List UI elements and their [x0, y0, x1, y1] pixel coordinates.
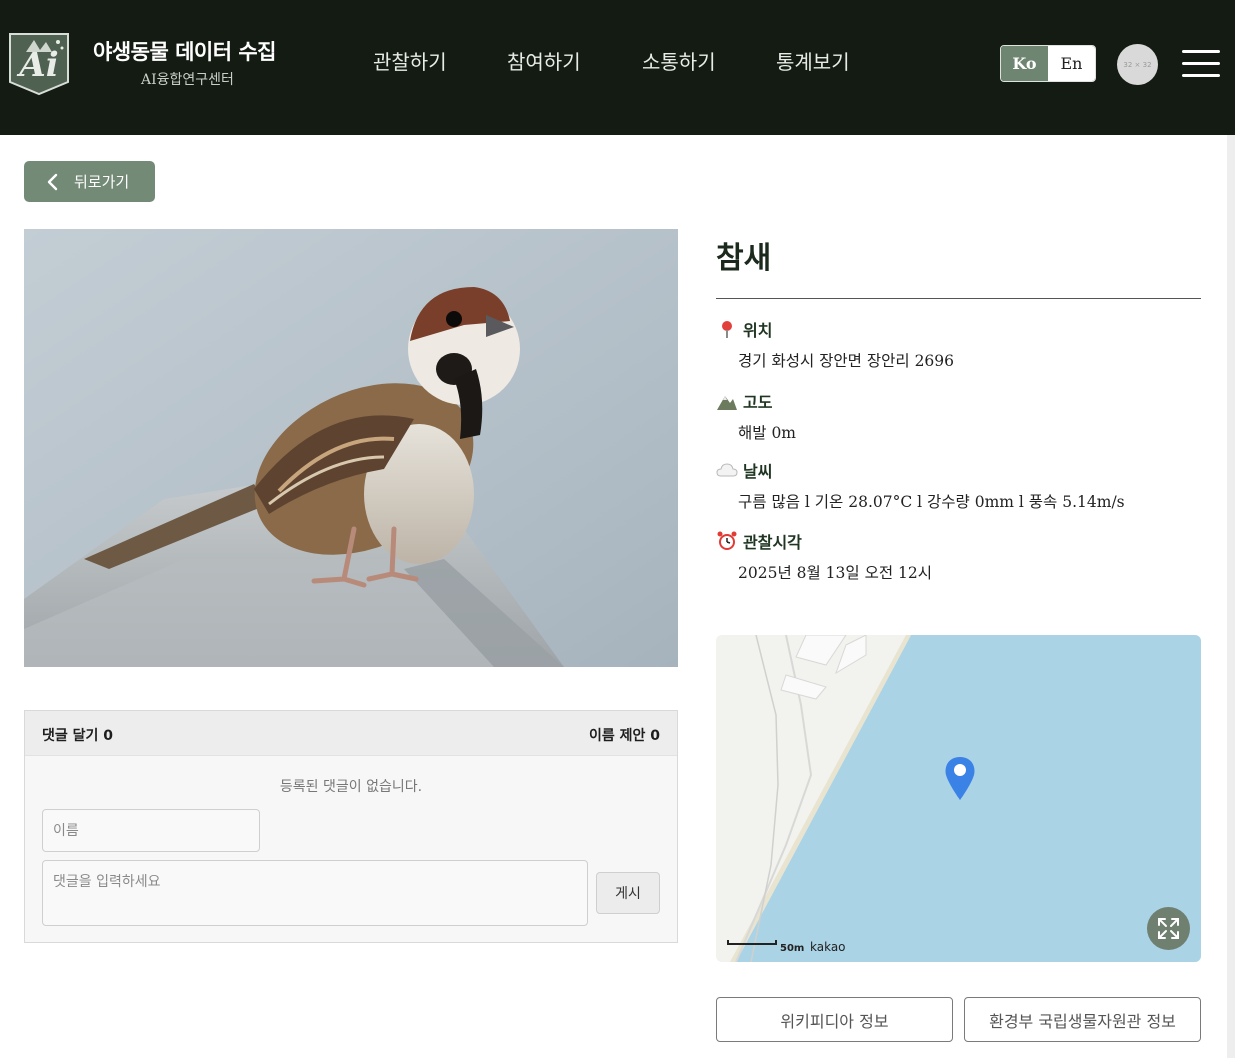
nav-item-participate[interactable]: 참여하기	[507, 46, 581, 75]
map-expand-button[interactable]	[1147, 907, 1190, 950]
site-subtitle: AI융합연구센터	[141, 72, 234, 88]
nav-item-observe[interactable]: 관찰하기	[373, 46, 447, 75]
nibr-info-button[interactable]: 환경부 국립생물자원관 정보	[964, 997, 1201, 1042]
nav-item-communicate[interactable]: 소통하기	[642, 46, 716, 75]
weather-value: 구름 많음 l 기온 28.07°C l 강수량 0mm l 풍속 5.14m/…	[738, 493, 1125, 511]
nav-item-statistics[interactable]: 통계보기	[776, 46, 850, 75]
name-suggest-tab[interactable]: 이름 제안 0	[589, 725, 660, 745]
lang-ko-button[interactable]: Ko	[1001, 46, 1048, 81]
species-name: 참새	[716, 241, 772, 276]
map-scale-label: 50m	[780, 943, 804, 954]
location-map[interactable]: 50m kakao	[716, 635, 1201, 962]
site-logo[interactable]: Ai	[6, 30, 72, 96]
altitude-label: 고도	[716, 389, 772, 413]
alarm-clock-icon	[717, 531, 737, 550]
mountain-icon	[717, 396, 737, 410]
altitude-value: 해발 0m	[738, 424, 797, 442]
name-input[interactable]	[42, 809, 260, 852]
time-value: 2025년 8월 13일 오전 12시	[738, 564, 933, 582]
weather-label-text: 날씨	[743, 462, 773, 481]
altitude-label-text: 고도	[743, 393, 773, 412]
time-label-text: 관찰시각	[743, 533, 802, 552]
info-divider	[716, 298, 1201, 299]
expand-icon	[1158, 918, 1179, 939]
lang-en-button[interactable]: En	[1048, 46, 1095, 81]
language-toggle: Ko En	[1000, 45, 1096, 82]
user-avatar[interactable]: 32 × 32	[1117, 44, 1158, 85]
weather-label: 날씨	[716, 458, 772, 482]
menu-icon[interactable]	[1182, 49, 1222, 79]
wikipedia-info-button[interactable]: 위키피디아 정보	[716, 997, 953, 1042]
scrollbar-track[interactable]	[1227, 135, 1235, 1058]
site-title[interactable]: 야생동물 데이터 수집	[93, 36, 277, 66]
back-label: 뒤로가기	[74, 173, 130, 191]
observation-photo	[24, 229, 678, 667]
time-label: 관찰시각	[716, 529, 802, 553]
comments-panel: 댓글 달기 0 이름 제안 0 등록된 댓글이 없습니다. 게시	[24, 710, 678, 943]
map-provider-logo: kakao	[810, 940, 846, 954]
top-header: Ai 야생동물 데이터 수집 AI융합연구센터 관찰하기 참여하기 소통하기 통…	[0, 0, 1235, 135]
comments-header: 댓글 달기 0 이름 제안 0	[25, 711, 677, 756]
location-label: 위치	[716, 317, 772, 341]
empty-comments-message: 등록된 댓글이 없습니다.	[279, 779, 423, 795]
post-comment-button[interactable]: 게시	[596, 872, 660, 914]
comment-count-tab[interactable]: 댓글 달기 0	[42, 725, 113, 745]
cloud-icon	[716, 463, 738, 477]
location-label-text: 위치	[743, 321, 773, 340]
location-value: 경기 화성시 장안면 장안리 2696	[738, 352, 955, 370]
back-button[interactable]: 뒤로가기	[24, 161, 155, 202]
chevron-left-icon	[47, 173, 58, 190]
pin-icon	[722, 321, 732, 338]
comment-textarea[interactable]	[42, 860, 588, 926]
